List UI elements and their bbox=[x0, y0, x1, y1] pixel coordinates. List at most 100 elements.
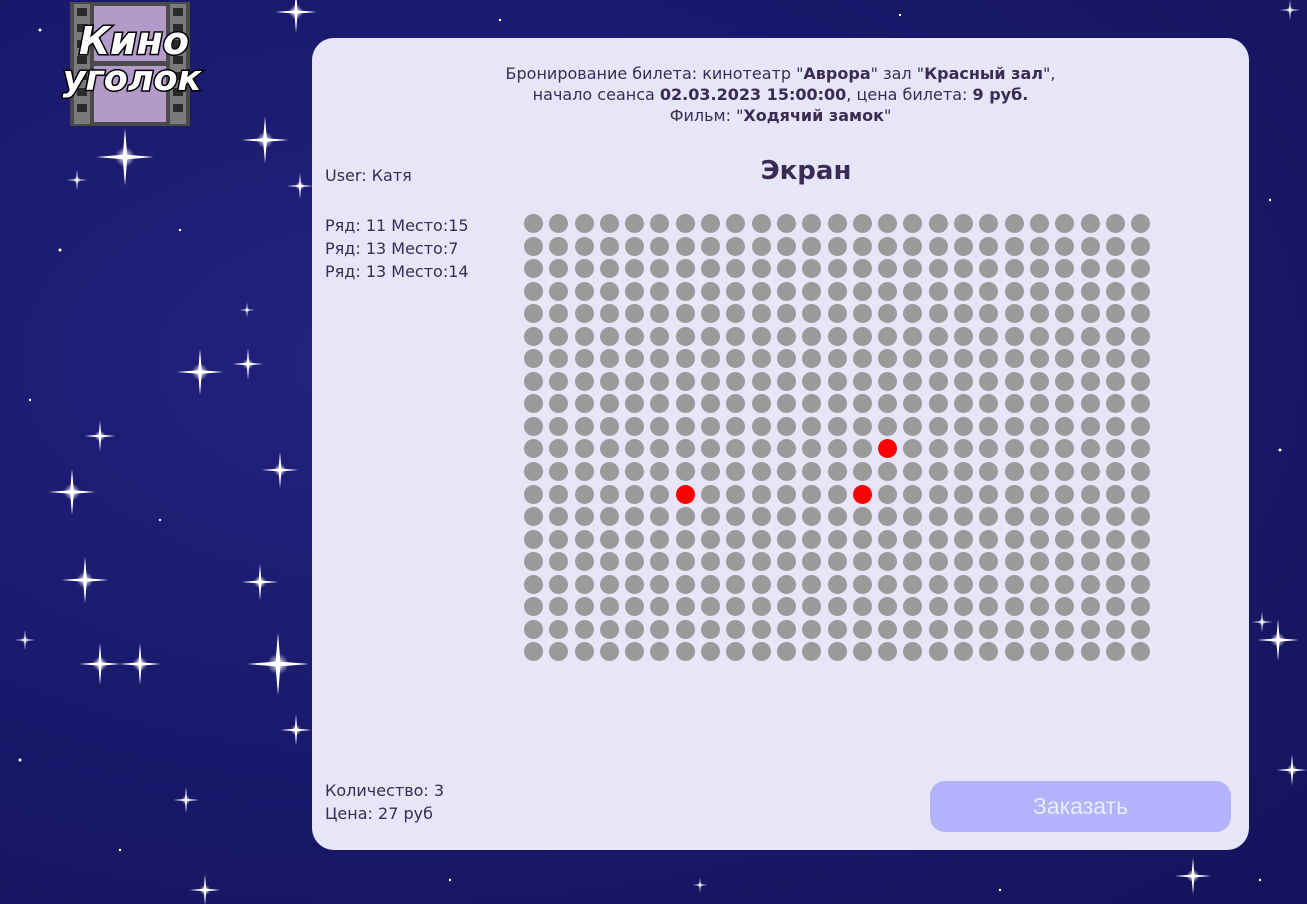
seat[interactable] bbox=[878, 484, 898, 504]
seat[interactable] bbox=[701, 371, 721, 391]
seat[interactable] bbox=[599, 304, 619, 324]
seat[interactable] bbox=[625, 642, 645, 662]
cinema-logo[interactable]: Кино уголок bbox=[44, 2, 224, 127]
seat[interactable] bbox=[776, 619, 796, 639]
seat[interactable] bbox=[524, 439, 543, 459]
seat[interactable] bbox=[650, 259, 670, 279]
seat[interactable] bbox=[625, 371, 645, 391]
seat[interactable] bbox=[903, 259, 923, 279]
seat[interactable] bbox=[1055, 394, 1075, 414]
seat[interactable] bbox=[625, 236, 645, 256]
seat[interactable] bbox=[928, 214, 948, 233]
seat[interactable] bbox=[928, 529, 948, 549]
seat[interactable] bbox=[650, 529, 670, 549]
seat[interactable] bbox=[1105, 371, 1125, 391]
seat[interactable] bbox=[701, 552, 721, 572]
seat[interactable] bbox=[599, 597, 619, 617]
seat[interactable] bbox=[979, 326, 999, 346]
seat[interactable] bbox=[928, 304, 948, 324]
seat[interactable] bbox=[878, 349, 898, 369]
seat[interactable] bbox=[701, 304, 721, 324]
seat[interactable] bbox=[979, 439, 999, 459]
seat[interactable] bbox=[1105, 552, 1125, 572]
seat[interactable] bbox=[599, 642, 619, 662]
seat[interactable] bbox=[524, 371, 543, 391]
seat[interactable] bbox=[776, 507, 796, 527]
seat[interactable] bbox=[903, 597, 923, 617]
seat[interactable] bbox=[928, 484, 948, 504]
seat[interactable] bbox=[1080, 281, 1100, 301]
seat[interactable] bbox=[802, 236, 822, 256]
seat[interactable] bbox=[1131, 259, 1151, 279]
seat[interactable] bbox=[701, 236, 721, 256]
seat[interactable] bbox=[1055, 326, 1075, 346]
seat[interactable] bbox=[852, 574, 872, 594]
seat[interactable] bbox=[625, 597, 645, 617]
seat[interactable] bbox=[574, 507, 594, 527]
seat[interactable] bbox=[1131, 529, 1151, 549]
seat[interactable] bbox=[1029, 304, 1049, 324]
seat[interactable] bbox=[625, 416, 645, 436]
seat[interactable] bbox=[1080, 439, 1100, 459]
seat[interactable] bbox=[1029, 214, 1049, 233]
seat[interactable] bbox=[1080, 326, 1100, 346]
seat[interactable] bbox=[1055, 304, 1075, 324]
order-button[interactable]: Заказать bbox=[930, 781, 1231, 832]
seat[interactable] bbox=[726, 597, 746, 617]
seat[interactable] bbox=[1055, 439, 1075, 459]
seat[interactable] bbox=[954, 326, 974, 346]
seat[interactable] bbox=[979, 214, 999, 233]
seat[interactable] bbox=[751, 259, 771, 279]
seat[interactable] bbox=[599, 349, 619, 369]
seat[interactable] bbox=[1080, 529, 1100, 549]
seat[interactable] bbox=[1055, 529, 1075, 549]
seat[interactable] bbox=[675, 416, 695, 436]
seat[interactable] bbox=[802, 507, 822, 527]
seat[interactable] bbox=[599, 371, 619, 391]
seat[interactable] bbox=[650, 371, 670, 391]
seat[interactable] bbox=[802, 552, 822, 572]
seat[interactable] bbox=[802, 214, 822, 233]
seat[interactable] bbox=[574, 484, 594, 504]
seat[interactable] bbox=[979, 281, 999, 301]
seat[interactable] bbox=[701, 462, 721, 482]
seat[interactable] bbox=[903, 439, 923, 459]
seat[interactable] bbox=[776, 304, 796, 324]
seat[interactable] bbox=[1105, 281, 1125, 301]
seat[interactable] bbox=[1105, 529, 1125, 549]
seat[interactable] bbox=[751, 236, 771, 256]
seat[interactable] bbox=[574, 304, 594, 324]
seat[interactable] bbox=[599, 281, 619, 301]
seat[interactable] bbox=[599, 236, 619, 256]
seat[interactable] bbox=[878, 574, 898, 594]
seat[interactable] bbox=[1055, 371, 1075, 391]
seat[interactable] bbox=[1055, 574, 1075, 594]
seat[interactable] bbox=[625, 281, 645, 301]
seat[interactable] bbox=[1131, 507, 1151, 527]
seat[interactable] bbox=[1105, 304, 1125, 324]
seat[interactable] bbox=[599, 529, 619, 549]
seat[interactable] bbox=[1055, 349, 1075, 369]
seat[interactable] bbox=[827, 552, 847, 572]
seat[interactable] bbox=[701, 326, 721, 346]
seat[interactable] bbox=[726, 439, 746, 459]
seat[interactable] bbox=[827, 416, 847, 436]
seat[interactable] bbox=[1055, 619, 1075, 639]
seat[interactable] bbox=[852, 439, 872, 459]
seat[interactable] bbox=[1004, 281, 1024, 301]
seat[interactable] bbox=[1055, 462, 1075, 482]
seat[interactable] bbox=[852, 597, 872, 617]
seat[interactable] bbox=[675, 597, 695, 617]
seat[interactable] bbox=[751, 642, 771, 662]
seat[interactable] bbox=[726, 529, 746, 549]
seat[interactable] bbox=[979, 507, 999, 527]
seat[interactable] bbox=[1131, 439, 1151, 459]
seat[interactable] bbox=[1029, 574, 1049, 594]
seat[interactable] bbox=[701, 416, 721, 436]
seat[interactable] bbox=[726, 326, 746, 346]
seat[interactable] bbox=[1004, 484, 1024, 504]
seat[interactable] bbox=[878, 507, 898, 527]
seat[interactable] bbox=[878, 529, 898, 549]
seat[interactable] bbox=[549, 394, 569, 414]
seat[interactable] bbox=[802, 484, 822, 504]
